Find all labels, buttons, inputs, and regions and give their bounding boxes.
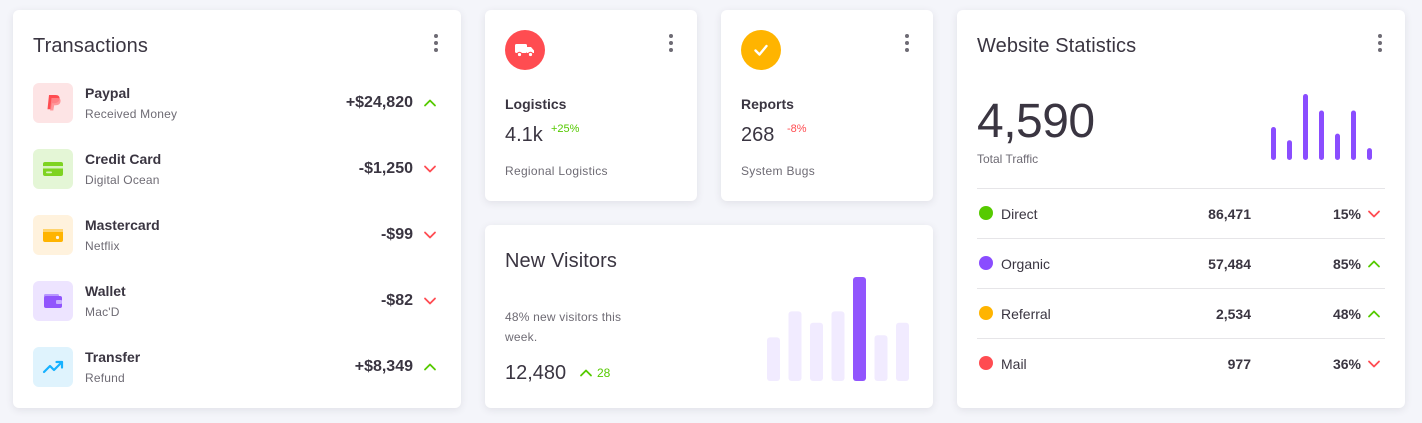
- visitors-bar-chart: [767, 277, 909, 381]
- stat-title: Logistics: [505, 96, 567, 112]
- mastercard-icon: [33, 215, 73, 255]
- chevron-down-icon: [424, 231, 436, 239]
- stat-change: +25%: [551, 123, 580, 135]
- chevron-down-icon: [1368, 360, 1380, 368]
- source-count: 86,471: [1208, 206, 1251, 222]
- transaction-name: Credit Card: [85, 151, 162, 167]
- reports-card: Reports 268 -8% System Bugs: [721, 10, 933, 201]
- chart-bar: [1335, 133, 1340, 160]
- source-row-mail[interactable]: Mail 977 36%: [977, 338, 1385, 388]
- status-dot: [979, 306, 993, 320]
- source-percentage: 36%: [1332, 356, 1361, 372]
- transactions-title: Transactions: [33, 35, 148, 57]
- chart-bar: [788, 311, 802, 381]
- new-visitors-card: New Visitors 48% new visitors this week.…: [485, 225, 933, 408]
- transaction-amount: +$8,349: [354, 358, 413, 375]
- transaction-row-paypal[interactable]: Paypal Received Money +$24,820: [33, 82, 441, 124]
- transaction-description: Digital Ocean: [85, 173, 160, 187]
- source-count: 2,534: [1215, 306, 1251, 322]
- chart-bar: [1367, 148, 1372, 160]
- chevron-down-icon: [424, 297, 436, 305]
- source-row-organic[interactable]: Organic 57,484 85%: [977, 238, 1385, 288]
- total-traffic-value: 4,590: [977, 95, 1095, 148]
- visitors-description: 48% new visitors this week.: [505, 310, 622, 344]
- transaction-row-transfer[interactable]: Transfer Refund +$8,349: [33, 346, 441, 388]
- more-options-icon[interactable]: [1370, 32, 1390, 54]
- transaction-name: Paypal: [85, 85, 131, 101]
- transaction-description: Netflix: [85, 239, 120, 253]
- check-icon: [741, 30, 781, 70]
- chart-bar: [767, 337, 780, 381]
- transaction-row-wallet[interactable]: Wallet Mac'D -$82: [33, 280, 441, 322]
- stat-subtitle: Regional Logistics: [505, 164, 608, 178]
- stat-value: 4.1k: [505, 124, 543, 146]
- chart-bar: [810, 322, 823, 381]
- chevron-up-icon: [580, 369, 592, 377]
- source-name: Mail: [1001, 356, 1027, 372]
- transaction-name: Mastercard: [85, 217, 160, 233]
- website-statistics-title: Website Statistics: [977, 35, 1137, 57]
- transaction-description: Mac'D: [85, 305, 120, 319]
- stat-change: -8%: [787, 123, 807, 135]
- credit-card-icon: [33, 149, 73, 189]
- source-row-direct[interactable]: Direct 86,471 15%: [977, 188, 1385, 238]
- transaction-description: Received Money: [85, 107, 178, 121]
- transaction-name: Transfer: [85, 349, 141, 365]
- paypal-icon: [33, 83, 73, 123]
- source-name: Organic: [1001, 256, 1051, 272]
- chevron-up-icon: [1368, 310, 1380, 318]
- chevron-up-icon: [424, 99, 436, 107]
- source-count: 977: [1227, 356, 1251, 372]
- transaction-amount: -$1,250: [358, 160, 413, 177]
- chart-bar: [1303, 94, 1308, 160]
- source-percentage: 85%: [1332, 256, 1361, 272]
- chart-bar: [1319, 110, 1324, 160]
- source-name: Referral: [1001, 306, 1051, 322]
- chart-bar: [874, 335, 888, 381]
- visitors-value: 12,480: [505, 362, 567, 384]
- visitors-change: 28: [579, 366, 610, 380]
- new-visitors-title: New Visitors: [505, 250, 617, 272]
- source-row-referral[interactable]: Referral 2,534 48%: [977, 288, 1385, 338]
- source-name: Direct: [1001, 206, 1038, 222]
- transaction-row-mastercard[interactable]: Mastercard Netflix -$99: [33, 214, 441, 256]
- truck-icon: [505, 30, 545, 70]
- chart-bar: [853, 277, 866, 381]
- chevron-up-icon: [424, 363, 436, 371]
- source-percentage: 15%: [1332, 206, 1361, 222]
- traffic-bar-chart: [1271, 94, 1372, 160]
- chart-bar: [1287, 140, 1292, 160]
- transaction-amount: -$82: [380, 292, 413, 309]
- transactions-card: Transactions Paypal Received Money +$24,…: [13, 10, 461, 408]
- visitors-change-value: 28: [597, 366, 611, 380]
- source-percentage: 48%: [1332, 306, 1361, 322]
- status-dot: [979, 256, 993, 270]
- website-statistics-card: Website Statistics 4,590 Total Traffic D…: [957, 10, 1405, 408]
- chevron-down-icon: [424, 165, 436, 173]
- logistics-card: Logistics 4.1k +25% Regional Logistics: [485, 10, 697, 201]
- transaction-amount: +$24,820: [345, 94, 413, 111]
- source-count: 57,484: [1208, 256, 1251, 272]
- stat-subtitle: System Bugs: [741, 164, 815, 178]
- more-options-icon[interactable]: [661, 32, 681, 54]
- total-traffic-label: Total Traffic: [977, 152, 1039, 166]
- transaction-description: Refund: [85, 371, 125, 385]
- chart-bar: [831, 311, 845, 381]
- wallet-icon: [33, 281, 73, 321]
- chevron-down-icon: [1368, 210, 1380, 218]
- stat-title: Reports: [741, 96, 794, 112]
- stat-value: 268: [741, 124, 775, 146]
- transaction-row-credit-card[interactable]: Credit Card Digital Ocean -$1,250: [33, 148, 441, 190]
- chart-bar: [1271, 127, 1276, 160]
- status-dot: [979, 356, 993, 370]
- chevron-up-icon: [1368, 260, 1380, 268]
- transaction-name: Wallet: [85, 283, 126, 299]
- status-dot: [979, 206, 993, 220]
- trending-up-icon: [33, 347, 73, 387]
- more-options-icon[interactable]: [897, 32, 917, 54]
- transaction-amount: -$99: [380, 226, 413, 243]
- chart-bar: [896, 322, 909, 381]
- more-options-icon[interactable]: [426, 32, 446, 54]
- chart-bar: [1351, 110, 1356, 160]
